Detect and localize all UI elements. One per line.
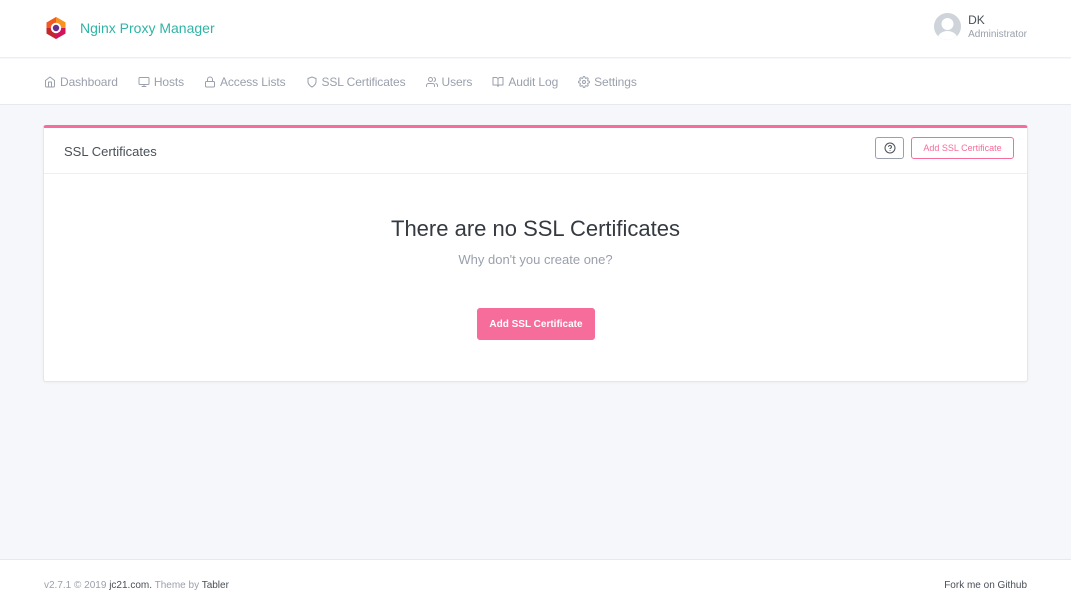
footer-version: v2.7.1 © 2019 <box>44 580 107 591</box>
add-ssl-certificate-button[interactable]: Add SSL Certificate <box>911 137 1014 159</box>
nav-item-users[interactable]: Users <box>425 74 473 89</box>
nginx-proxy-manager-logo-icon <box>46 17 66 39</box>
user-menu[interactable]: DK Administrator <box>934 13 1027 40</box>
empty-state-subtitle: Why don't you create one? <box>458 252 613 267</box>
users-icon <box>425 76 438 87</box>
empty-state-title: There are no SSL Certificates <box>391 216 680 241</box>
nav-item-settings[interactable]: Settings <box>578 75 637 89</box>
brand-link[interactable]: Nginx Proxy Manager <box>44 15 215 41</box>
nav-label: Hosts <box>153 74 184 89</box>
nav-item-ssl-certificates[interactable]: SSL Certificates <box>306 75 406 89</box>
ssl-certificates-card: SSL Certificates Add SSL Certificate The… <box>43 125 1028 382</box>
book-open-icon <box>492 76 504 87</box>
help-circle-icon <box>884 142 895 154</box>
nav-item-audit-log[interactable]: Audit Log <box>492 75 558 89</box>
shield-icon <box>307 76 316 87</box>
main-nav: Dashboard Hosts Access Lists SSL Certifi… <box>0 59 1071 105</box>
empty-state-add-button[interactable]: Add SSL Certificate <box>477 308 595 340</box>
top-header: Nginx Proxy Manager DK Administrator <box>0 0 1071 58</box>
monitor-icon <box>138 76 150 87</box>
nav-label: Dashboard <box>60 74 118 89</box>
home-icon <box>45 76 55 87</box>
settings-icon <box>578 75 591 88</box>
card-title: SSL Certificates <box>64 144 157 159</box>
help-button[interactable] <box>875 137 904 159</box>
user-name: DK <box>968 12 985 27</box>
nav-label: SSL Certificates <box>321 74 406 89</box>
nav-label: Settings <box>594 74 637 89</box>
nav-label: Users <box>441 74 473 89</box>
footer-theme-prefix: Theme by <box>154 580 200 591</box>
lock-icon <box>205 76 215 87</box>
nav-label: Access Lists <box>220 74 286 89</box>
card-header: SSL Certificates Add SSL Certificate <box>44 128 1027 174</box>
nav-item-dashboard[interactable]: Dashboard <box>44 75 118 89</box>
nav-item-hosts[interactable]: Hosts <box>138 75 184 89</box>
app-name: Nginx Proxy Manager <box>80 20 215 36</box>
footer-credits: v2.7.1 © 2019 jc21.com. Theme by Tabler <box>44 580 229 591</box>
user-info: DK Administrator <box>968 14 1027 40</box>
footer-company-link[interactable]: jc21.com. <box>109 580 152 591</box>
user-avatar-icon <box>934 13 962 40</box>
nav-item-access-lists[interactable]: Access Lists <box>204 75 286 89</box>
nav-label: Audit Log <box>508 74 559 89</box>
github-link[interactable]: Fork me on Github <box>944 580 1027 591</box>
footer: v2.7.1 © 2019 jc21.com. Theme by Tabler … <box>0 559 1071 612</box>
user-role: Administrator <box>968 28 1027 40</box>
footer-theme-link[interactable]: Tabler <box>202 580 229 591</box>
